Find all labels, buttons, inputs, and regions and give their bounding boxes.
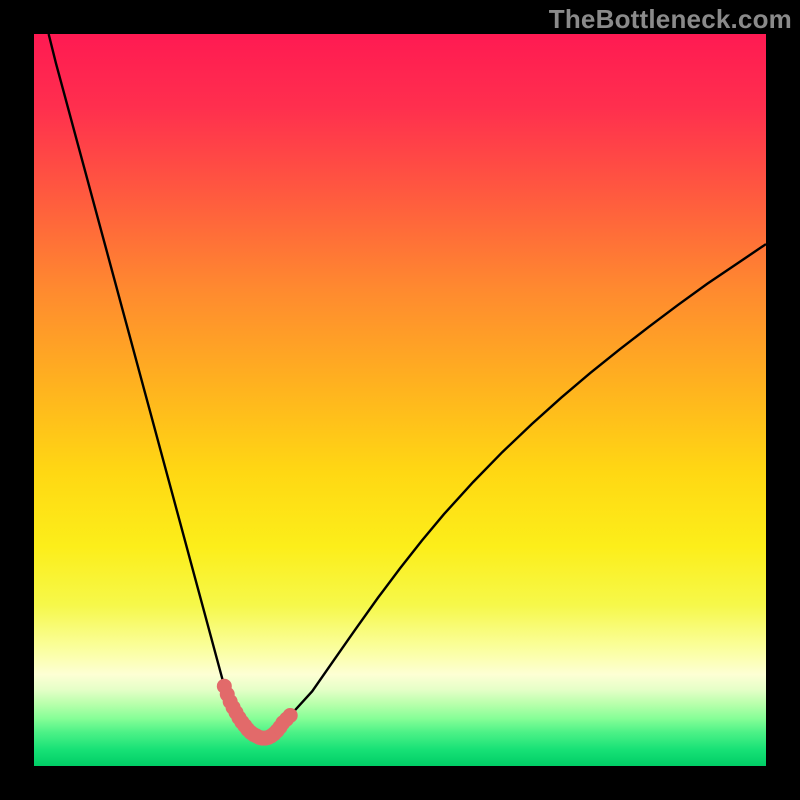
gradient-background [34, 34, 766, 766]
plot-area [34, 34, 766, 766]
sweet-spot-dot [283, 708, 298, 723]
chart-frame: TheBottleneck.com [0, 0, 800, 800]
chart-canvas [34, 34, 766, 766]
watermark-text: TheBottleneck.com [549, 4, 792, 35]
